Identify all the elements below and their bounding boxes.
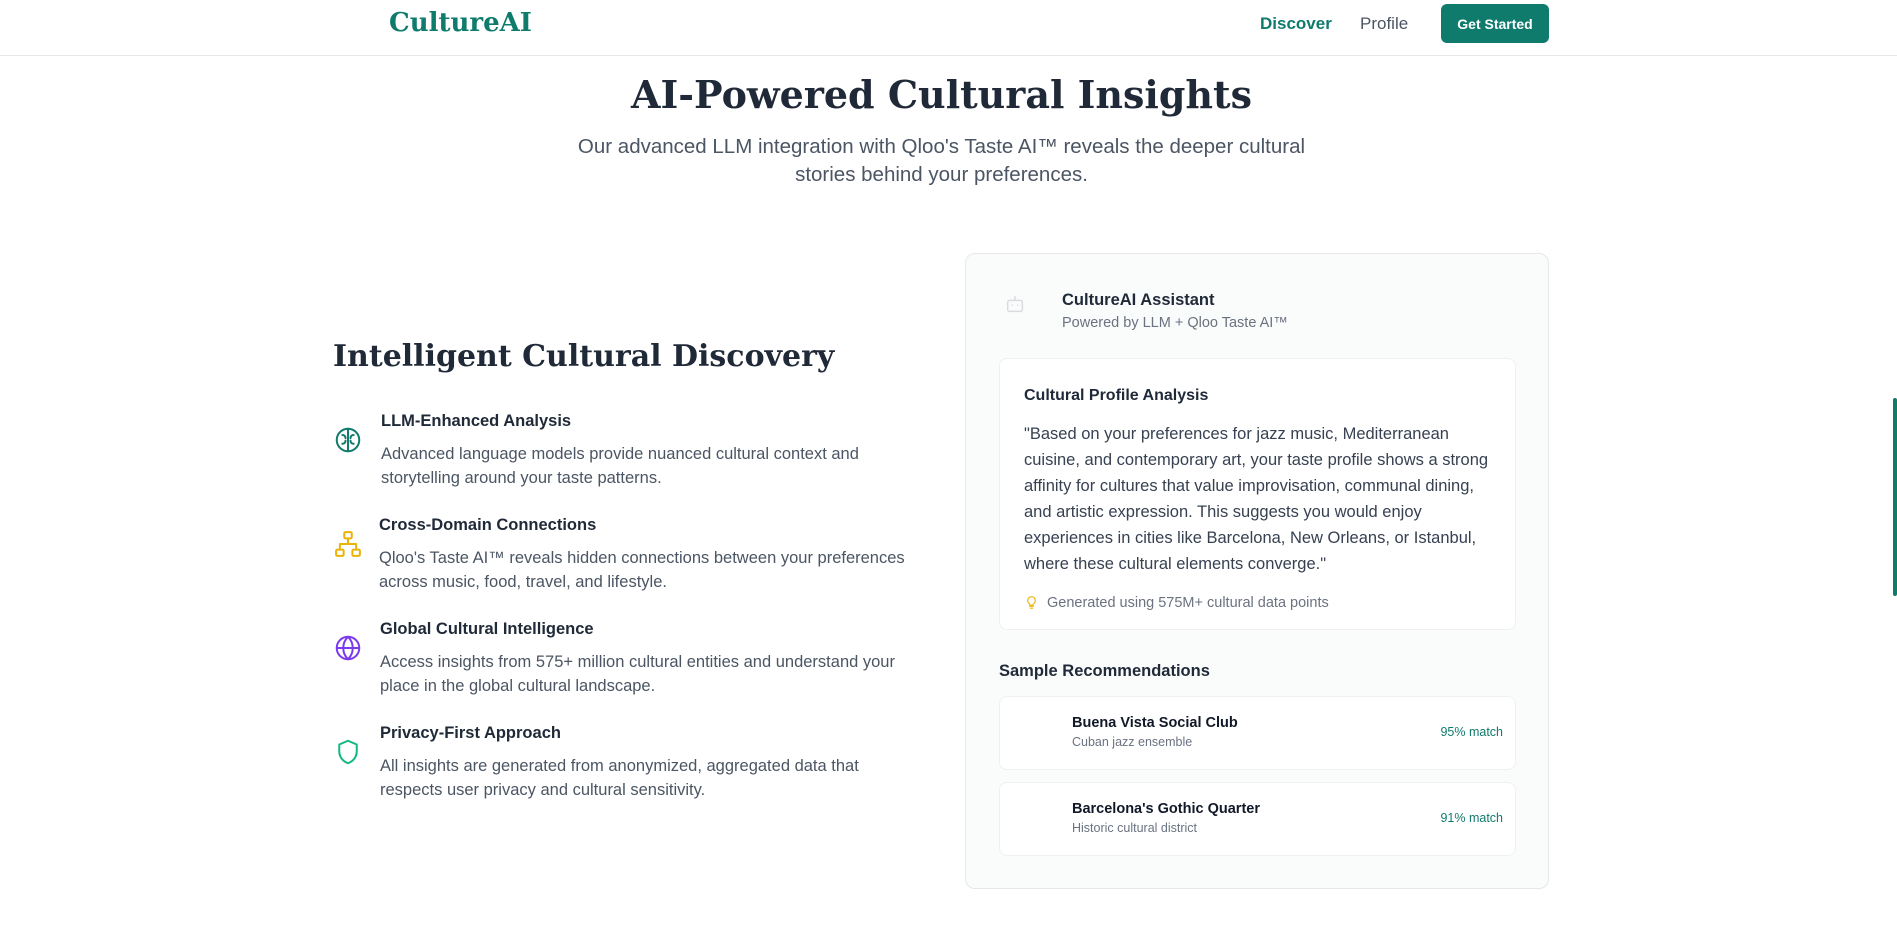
feature-title: Privacy-First Approach bbox=[380, 724, 561, 742]
get-started-button[interactable]: Get Started bbox=[1441, 4, 1549, 43]
assistant-name: CultureAI Assistant bbox=[1062, 291, 1215, 309]
globe-icon bbox=[333, 633, 363, 663]
recommendation-name: Buena Vista Social Club bbox=[1072, 715, 1238, 731]
network-icon bbox=[333, 529, 363, 559]
recommendations-heading: Sample Recommendations bbox=[999, 662, 1210, 680]
feature-title: Cross-Domain Connections bbox=[379, 516, 597, 534]
shield-icon bbox=[333, 737, 363, 767]
footnote-text: Generated using 575M+ cultural data poin… bbox=[1047, 595, 1329, 611]
nav-link-discover[interactable]: Discover bbox=[1260, 14, 1332, 34]
feature-description: All insights are generated from anonymiz… bbox=[380, 757, 859, 799]
analysis-footnote: Generated using 575M+ cultural data poin… bbox=[1024, 595, 1329, 614]
hero-subtitle: Our advanced LLM integration with Qloo's… bbox=[577, 135, 1306, 186]
assistant-subtitle: Powered by LLM + Qloo Taste AI™ bbox=[1062, 315, 1288, 331]
lightbulb-icon bbox=[1024, 595, 1039, 614]
feature-title: LLM-Enhanced Analysis bbox=[381, 412, 572, 430]
top-navigation-bar: CultureAI Discover Profile Get Started bbox=[0, 0, 1897, 56]
cultural-profile-analysis-card: Cultural Profile Analysis "Based on your… bbox=[999, 358, 1516, 630]
recommendation-item[interactable]: Barcelona's Gothic Quarter Historic cult… bbox=[999, 782, 1516, 856]
recommendation-name: Barcelona's Gothic Quarter bbox=[1072, 801, 1260, 817]
brain-icon bbox=[333, 425, 363, 455]
hero-title: AI-Powered Cultural Insights bbox=[631, 72, 1252, 117]
recommendation-item[interactable]: Buena Vista Social Club Cuban jazz ensem… bbox=[999, 696, 1516, 770]
match-score: 91% match bbox=[1440, 811, 1503, 825]
feature-title: Global Cultural Intelligence bbox=[380, 620, 594, 638]
analysis-title: Cultural Profile Analysis bbox=[1024, 387, 1209, 404]
recommendation-type: Historic cultural district bbox=[1072, 821, 1198, 835]
analysis-quote: "Based on your preferences for jazz musi… bbox=[1024, 425, 1489, 573]
section-title: Intelligent Cultural Discovery bbox=[333, 339, 835, 374]
bot-icon bbox=[1004, 294, 1026, 316]
match-score: 95% match bbox=[1440, 725, 1503, 739]
scrollbar-thumb[interactable] bbox=[1893, 398, 1897, 596]
assistant-panel: CultureAI Assistant Powered by LLM + Qlo… bbox=[965, 253, 1549, 889]
feature-description: Qloo's Taste AI™ reveals hidden connecti… bbox=[379, 549, 905, 591]
feature-description: Access insights from 575+ million cultur… bbox=[380, 653, 895, 695]
brand-logo[interactable]: CultureAI bbox=[389, 8, 532, 38]
nav-link-profile[interactable]: Profile bbox=[1360, 14, 1408, 34]
feature-description: Advanced language models provide nuanced… bbox=[381, 445, 859, 487]
recommendation-type: Cuban jazz ensemble bbox=[1072, 735, 1193, 749]
